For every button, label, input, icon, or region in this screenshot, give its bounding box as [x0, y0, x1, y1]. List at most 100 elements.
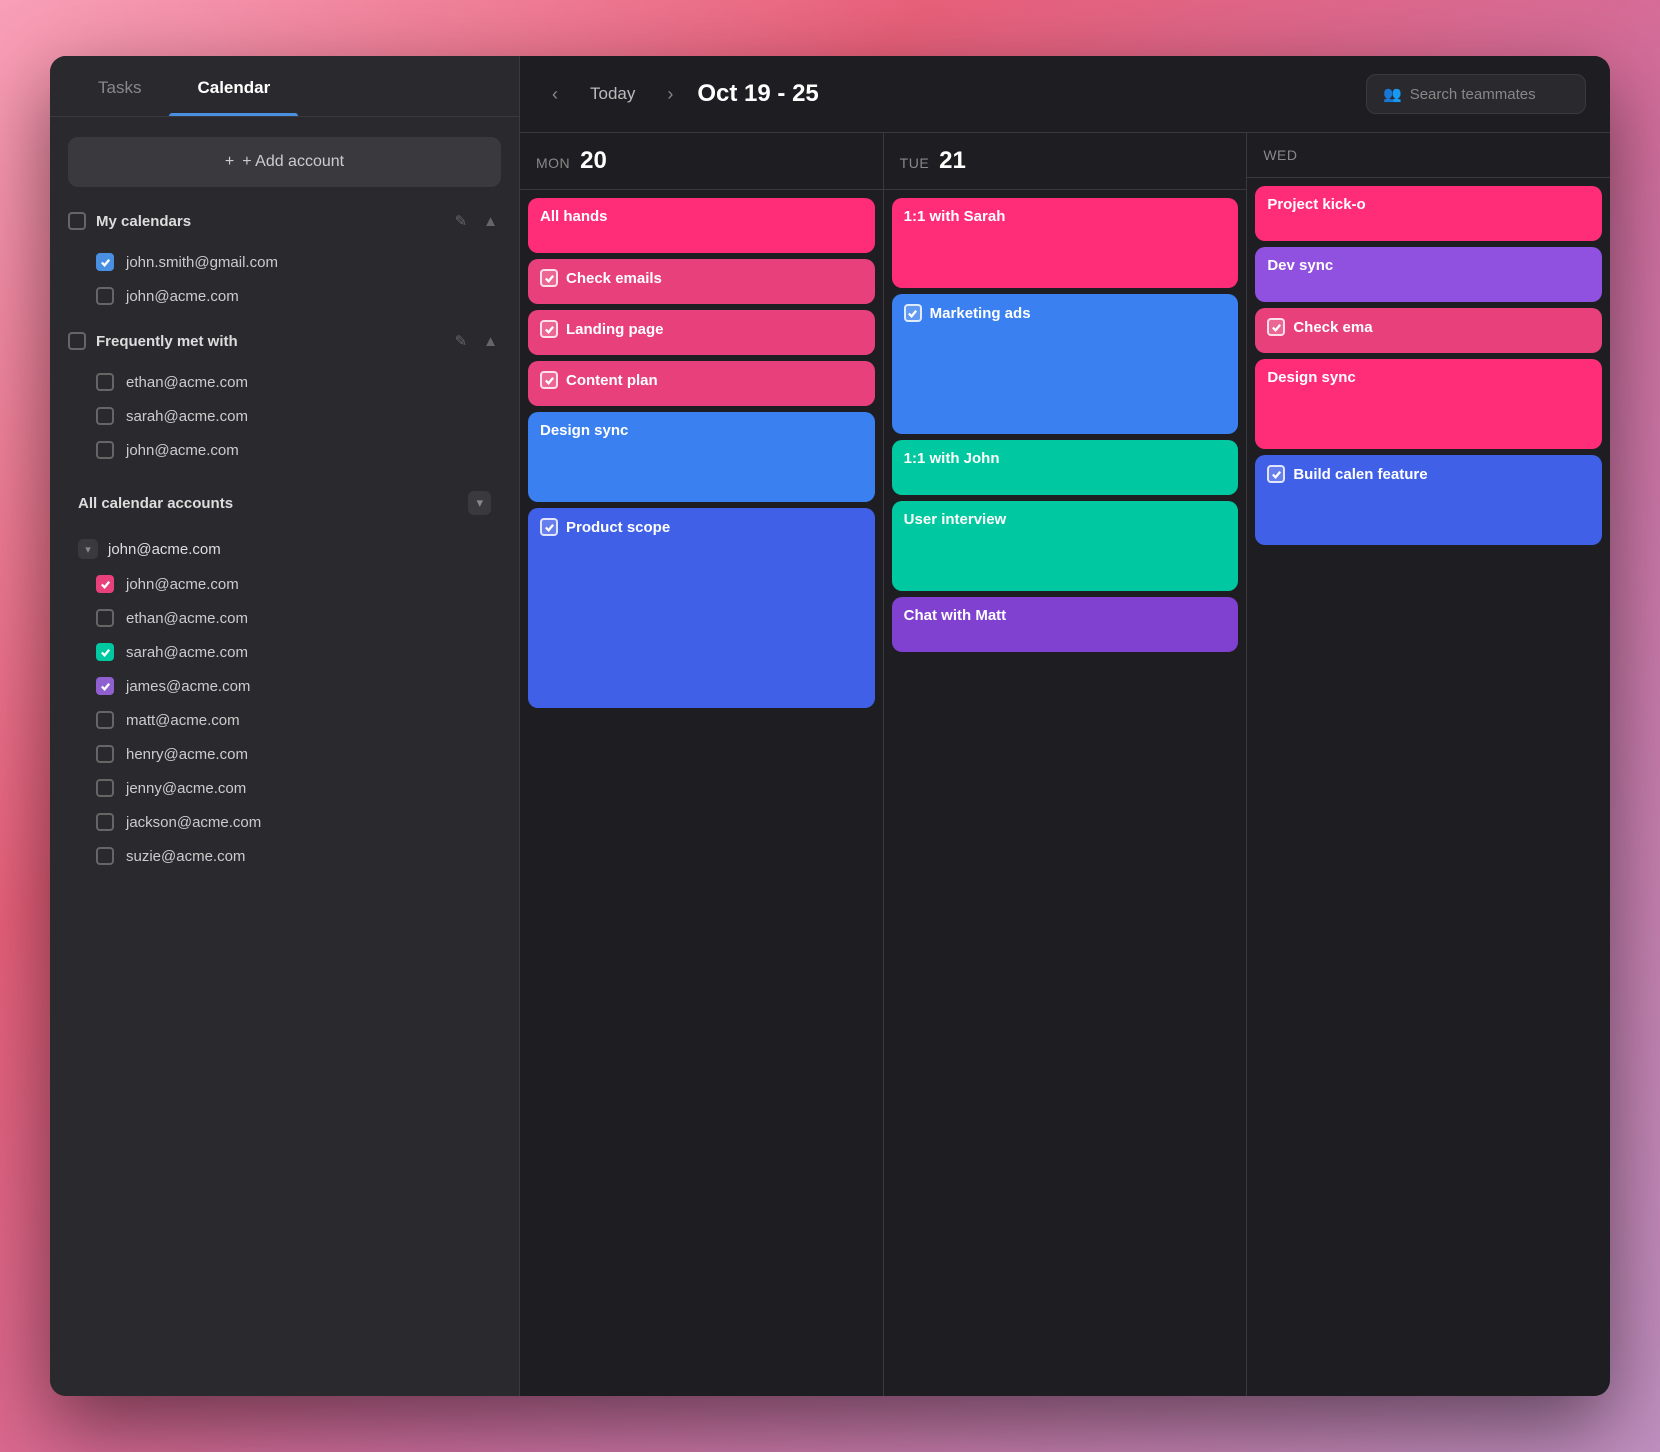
checkmark-icon [544, 273, 555, 284]
event-marketing-ads-title: Marketing ads [930, 305, 1031, 322]
freq-met-ethan-checkbox[interactable] [96, 373, 114, 391]
event-11-john[interactable]: 1:1 with John [892, 440, 1239, 495]
event-build-calendar[interactable]: Build calen feature [1255, 455, 1602, 545]
acct-matt-checkbox[interactable] [96, 711, 114, 729]
frequently-met-collapse-button[interactable]: ▲ [480, 330, 501, 353]
acct-john-acme[interactable]: john@acme.com [68, 567, 501, 601]
event-build-calendar-row: Build calen feature [1267, 465, 1590, 483]
freq-met-john[interactable]: john@acme.com [68, 433, 501, 467]
freq-met-ethan-label: ethan@acme.com [126, 374, 248, 391]
event-user-interview[interactable]: User interview [892, 501, 1239, 591]
wed-events: Project kick-o Dev sync Check ema [1247, 178, 1610, 1396]
event-project-kickoff[interactable]: Project kick-o [1255, 186, 1602, 241]
check-emails-wed-checkbox[interactable] [1267, 318, 1285, 336]
checkmark-icon [907, 308, 918, 319]
event-landing-page[interactable]: Landing page [528, 310, 875, 355]
product-scope-checkbox[interactable] [540, 518, 558, 536]
acct-suzie[interactable]: suzie@acme.com [68, 839, 501, 873]
tab-tasks[interactable]: Tasks [70, 56, 169, 116]
today-button[interactable]: Today [582, 80, 643, 108]
sidebar-content: + + Add account My calendars ✎ ▲ john.sm… [50, 117, 519, 1396]
freq-met-ethan[interactable]: ethan@acme.com [68, 365, 501, 399]
frequently-met-edit-button[interactable]: ✎ [452, 329, 471, 353]
my-calendar-item-acme[interactable]: john@acme.com [68, 279, 501, 313]
all-accounts-collapse-button[interactable]: ▾ [468, 491, 491, 515]
event-all-hands-title: All hands [540, 208, 608, 225]
event-landing-page-title: Landing page [566, 321, 664, 338]
event-11-sarah-title: 1:1 with Sarah [904, 208, 1006, 225]
prev-nav-button[interactable]: ‹ [544, 80, 566, 109]
acct-james[interactable]: james@acme.com [68, 669, 501, 703]
event-product-scope[interactable]: Product scope [528, 508, 875, 708]
event-dev-sync[interactable]: Dev sync [1255, 247, 1602, 302]
acct-ethan-checkbox[interactable] [96, 609, 114, 627]
acct-james-checkbox[interactable] [96, 677, 114, 695]
acct-sarah[interactable]: sarah@acme.com [68, 635, 501, 669]
freq-met-sarah[interactable]: sarah@acme.com [68, 399, 501, 433]
tab-calendar[interactable]: Calendar [169, 56, 298, 116]
event-content-plan-row: Content plan [540, 371, 863, 389]
acct-jackson[interactable]: jackson@acme.com [68, 805, 501, 839]
my-calendars-edit-button[interactable]: ✎ [452, 209, 471, 233]
my-calendar-acme-checkbox[interactable] [96, 287, 114, 305]
build-calendar-checkbox[interactable] [1267, 465, 1285, 483]
freq-met-sarah-checkbox[interactable] [96, 407, 114, 425]
acct-sarah-checkbox[interactable] [96, 643, 114, 661]
content-plan-checkbox[interactable] [540, 371, 558, 389]
check-emails-checkbox[interactable] [540, 269, 558, 287]
acct-jenny[interactable]: jenny@acme.com [68, 771, 501, 805]
event-build-calendar-title: Build calen feature [1293, 466, 1427, 483]
event-all-hands[interactable]: All hands [528, 198, 875, 253]
day-name-mon: Mon [536, 155, 570, 171]
event-design-sync-wed[interactable]: Design sync [1255, 359, 1602, 449]
search-teammates-input[interactable]: 👥 Search teammates [1366, 74, 1586, 114]
frequently-met-checkbox[interactable] [68, 332, 86, 350]
acct-suzie-checkbox[interactable] [96, 847, 114, 865]
acct-matt[interactable]: matt@acme.com [68, 703, 501, 737]
checkmark-icon [1271, 322, 1282, 333]
event-product-scope-title: Product scope [566, 519, 670, 536]
my-calendar-gmail-checkbox[interactable] [96, 253, 114, 271]
acct-henry[interactable]: henry@acme.com [68, 737, 501, 771]
checkmark-icon [100, 579, 111, 590]
event-marketing-ads[interactable]: Marketing ads [892, 294, 1239, 434]
sidebar: Tasks Calendar + + Add account My calend… [50, 56, 520, 1396]
event-check-emails-wed[interactable]: Check ema [1255, 308, 1602, 353]
my-calendars-title: My calendars [96, 213, 442, 230]
event-11-john-title: 1:1 with John [904, 450, 1000, 467]
freq-met-john-checkbox[interactable] [96, 441, 114, 459]
event-content-plan[interactable]: Content plan [528, 361, 875, 406]
acct-ethan[interactable]: ethan@acme.com [68, 601, 501, 635]
checkmark-icon [544, 324, 555, 335]
account-group-header[interactable]: ▾ john@acme.com [68, 531, 501, 567]
acct-jackson-label: jackson@acme.com [126, 814, 261, 831]
my-calendars-collapse-button[interactable]: ▲ [480, 210, 501, 233]
checkmark-icon [100, 681, 111, 692]
my-calendar-gmail-label: john.smith@gmail.com [126, 254, 278, 271]
next-nav-button[interactable]: › [659, 80, 681, 109]
day-column-mon: Mon 20 All hands Check emails [520, 133, 884, 1396]
event-check-emails-mon[interactable]: Check emails [528, 259, 875, 304]
my-calendars-checkbox[interactable] [68, 212, 86, 230]
my-calendar-item-gmail[interactable]: john.smith@gmail.com [68, 245, 501, 279]
marketing-ads-checkbox[interactable] [904, 304, 922, 322]
acct-ethan-label: ethan@acme.com [126, 610, 248, 627]
plus-icon: + [225, 153, 234, 171]
acct-john-checkbox[interactable] [96, 575, 114, 593]
add-account-button[interactable]: + + Add account [68, 137, 501, 187]
event-11-sarah[interactable]: 1:1 with Sarah [892, 198, 1239, 288]
event-design-sync-mon[interactable]: Design sync [528, 412, 875, 502]
event-check-emails-title: Check emails [566, 270, 662, 287]
acct-jackson-checkbox[interactable] [96, 813, 114, 831]
day-header-wed: Wed [1247, 133, 1610, 178]
event-landing-page-row: Landing page [540, 320, 863, 338]
event-chat-matt[interactable]: Chat with Matt [892, 597, 1239, 652]
day-column-wed: Wed Project kick-o Dev sync [1247, 133, 1610, 1396]
acct-henry-checkbox[interactable] [96, 745, 114, 763]
acct-jenny-checkbox[interactable] [96, 779, 114, 797]
landing-page-checkbox[interactable] [540, 320, 558, 338]
event-design-sync-mon-title: Design sync [540, 422, 628, 439]
acct-jenny-label: jenny@acme.com [126, 780, 246, 797]
event-check-emails-row: Check emails [540, 269, 863, 287]
app-window: Tasks Calendar + + Add account My calend… [50, 56, 1610, 1396]
